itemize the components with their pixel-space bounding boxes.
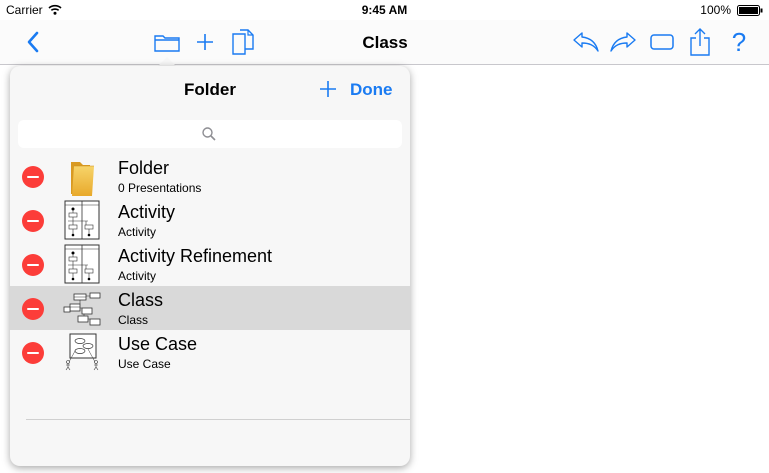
status-bar: Carrier 9:45 AM 100% (0, 0, 769, 20)
redo-icon (610, 32, 636, 52)
navigation-bar: Class ? (0, 20, 769, 65)
share-icon (690, 28, 710, 56)
clock: 9:45 AM (361, 3, 408, 17)
item-title: Activity (118, 202, 176, 222)
item-title: Activity Refinement (118, 246, 273, 266)
delete-button[interactable] (22, 342, 44, 364)
list-item[interactable]: Activity Refinement Activity (10, 242, 410, 286)
plus-icon (320, 81, 336, 97)
list-item-selected[interactable]: Class Class (10, 286, 410, 330)
popover-add-button[interactable] (318, 76, 342, 102)
search-icon (202, 127, 216, 141)
undo-button[interactable] (571, 28, 601, 56)
item-title: Folder (118, 158, 170, 178)
item-title: Class (118, 290, 164, 310)
item-subtitle: Class (118, 313, 149, 327)
chevron-left-icon (27, 31, 39, 53)
item-subtitle: 0 Presentations (118, 181, 202, 195)
battery-icon (737, 5, 763, 16)
search-field[interactable] (18, 120, 402, 148)
folder-icon (154, 35, 180, 52)
undo-icon (573, 32, 599, 52)
divider (26, 419, 410, 420)
item-subtitle: Use Case (118, 357, 171, 371)
delete-button[interactable] (22, 166, 44, 188)
item-subtitle: Activity (118, 225, 157, 239)
copy-icon (232, 29, 254, 55)
present-button[interactable] (647, 28, 677, 56)
add-button[interactable] (190, 28, 220, 56)
folder-button[interactable] (152, 28, 182, 56)
share-button[interactable] (685, 28, 715, 56)
activity-diagram-icon (64, 200, 100, 240)
delete-button[interactable] (22, 298, 44, 320)
help-button[interactable]: ? (724, 28, 754, 56)
folder-popover: Folder Done Folder 0 Presentations Activ… (10, 66, 410, 466)
use-case-diagram-icon (65, 333, 99, 371)
list-item[interactable]: Activity Activity (10, 198, 410, 242)
folder-icon (71, 162, 94, 196)
item-title: Use Case (118, 334, 198, 354)
list-item[interactable]: Use Case Use Case (10, 330, 410, 374)
redo-button[interactable] (608, 28, 638, 56)
list-item[interactable]: Folder 0 Presentations (10, 154, 410, 198)
plus-icon (197, 34, 213, 50)
delete-button[interactable] (22, 210, 44, 232)
rounded-rect-icon (650, 34, 674, 50)
activity-diagram-icon (64, 244, 100, 284)
duplicate-button[interactable] (228, 28, 258, 56)
battery-percentage: 100% (700, 3, 731, 17)
done-button[interactable]: Done (350, 80, 393, 100)
back-button[interactable] (18, 28, 48, 56)
delete-button[interactable] (22, 254, 44, 276)
class-diagram-icon (63, 292, 101, 326)
item-subtitle: Activity (118, 269, 157, 283)
page-title: Class (362, 33, 408, 52)
